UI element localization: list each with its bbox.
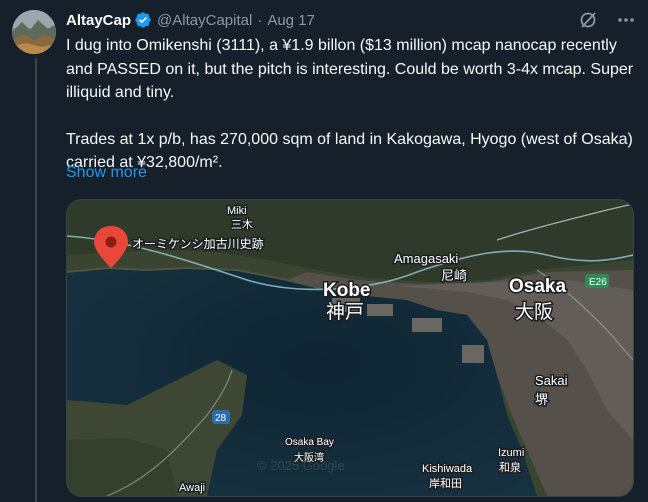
author-handle[interactable]: @AltayCapital [157,12,252,29]
more-icon[interactable] [616,10,636,30]
tweet-date[interactable]: Aug 17 [267,12,315,29]
map-image[interactable]: Miki 三木 オーミケンシ加古川史跡 Amagasaki 尼崎 Kobe 神戸… [66,199,634,497]
map-label-miki: Miki [227,205,247,217]
show-more-link[interactable]: Show more [66,164,147,182]
map-label-omikenshi: オーミケンシ加古川史跡 [132,236,264,251]
route-shield-e26: E26 [585,274,609,288]
verified-badge-icon [134,11,152,29]
map-label-amagasaki-jp: 尼崎 [441,268,467,283]
author-name[interactable]: AltayCap [66,12,131,29]
thread-line [35,58,37,502]
map-label-kobe: Kobe [323,280,371,301]
map-label-amagasaki: Amagasaki [394,251,458,266]
map-watermark: © 2025 Google [257,458,345,473]
grok-icon[interactable] [578,10,598,30]
map-label-izumi-jp: 和泉 [499,460,521,474]
header-actions [578,10,636,30]
map-label-awaji: Awaji [179,482,205,494]
svg-text:E26: E26 [589,277,607,288]
map-label-kishiwada: Kishiwada [422,463,473,475]
map-label-miki-jp: 三木 [231,218,253,231]
separator-dot: · [257,11,263,29]
map-label-sakai-jp: 堺 [535,392,548,407]
map-label-osaka: Osaka [509,276,566,297]
route-shield-28: 28 [212,410,230,424]
map-label-kobe-jp: 神戸 [326,301,364,323]
map-label-izumi: Izumi [498,447,524,459]
map-label-osaka-jp: 大阪 [515,301,553,323]
avatar[interactable] [12,10,56,54]
map-label-osaka-bay: Osaka Bay [285,437,334,448]
tweet-text: I dug into Omikenshi (3111), a ¥1.9 bill… [66,34,641,175]
svg-text:28: 28 [215,413,227,424]
tweet-paragraph: I dug into Omikenshi (3111), a ¥1.9 bill… [66,37,634,101]
map-label-sakai: Sakai [535,373,568,388]
tweet-paragraph: Trades at 1x p/b, has 270,000 sqm of lan… [66,130,633,172]
map-label-kishiwada-jp: 岸和田 [429,477,462,490]
tweet-header: AltayCap @AltayCapital · Aug 17 [66,9,636,31]
